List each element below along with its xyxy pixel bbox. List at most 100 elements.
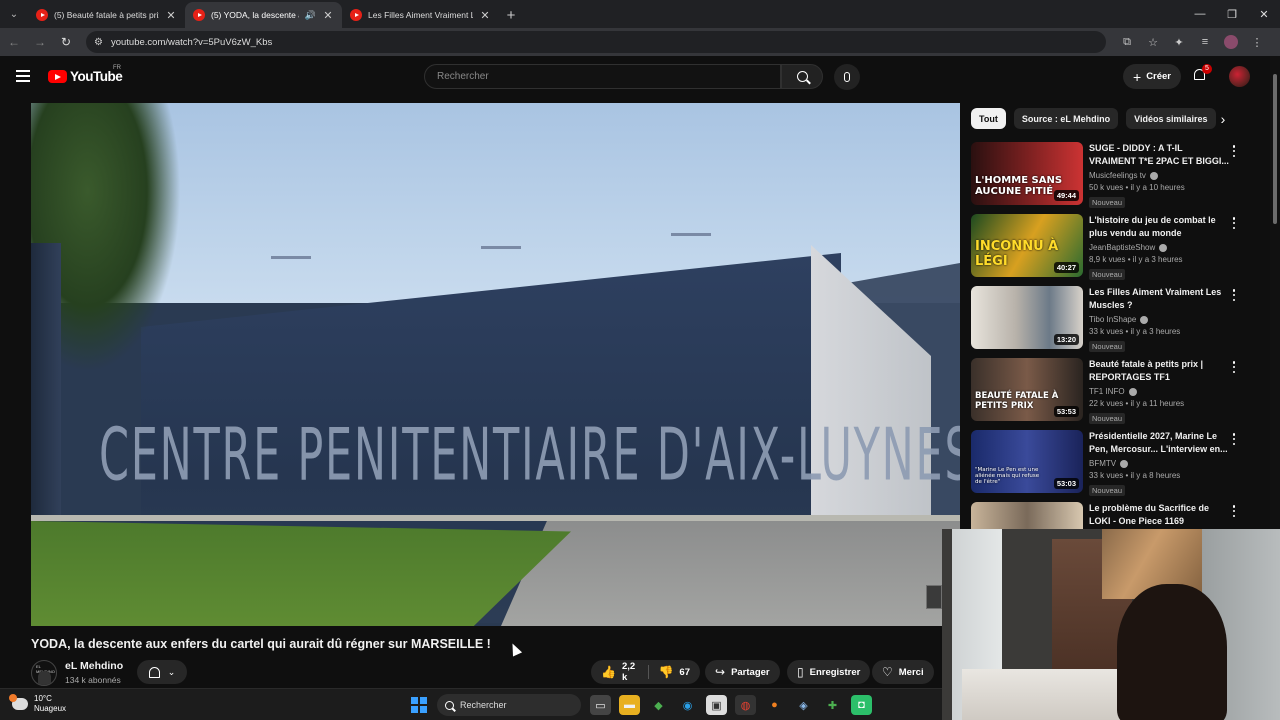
thumbnail-caption: "Marine Le Pen est une aliénée mais qui … — [975, 467, 1040, 485]
close-tab-icon[interactable]: ✕ — [165, 9, 177, 22]
close-window-icon[interactable]: ✕ — [1248, 0, 1280, 28]
url-bar[interactable]: ⚙ youtube.com/watch?v=5PuV6zW_Kbs — [86, 31, 1106, 53]
verified-icon — [1140, 315, 1149, 324]
install-app-icon[interactable]: ⧉ — [1116, 31, 1138, 53]
extensions-icon[interactable]: ✦ — [1168, 31, 1190, 53]
firefox-icon[interactable]: ● — [764, 695, 785, 715]
recommendation-channel: Musicfeelings tv — [1089, 171, 1146, 180]
browser-menu-icon[interactable]: ⋮ — [1246, 31, 1268, 53]
recommendation-channel: TF1 INFO — [1089, 387, 1125, 396]
store-icon[interactable]: ▣ — [706, 695, 727, 715]
duration-badge: 13:20 — [1053, 334, 1079, 345]
recommendation-item[interactable]: 13:20 Les Filles Aiment Vraiment Les Mus… — [971, 286, 1239, 352]
steam-icon[interactable]: ◈ — [793, 695, 814, 715]
microphone-icon — [844, 72, 850, 82]
tab-title: (5) YODA, la descente aux e… — [211, 10, 299, 20]
new-badge: Nouveau — [1089, 485, 1126, 496]
more-options-icon[interactable] — [1229, 504, 1239, 518]
browser-tab-active[interactable]: (5) YODA, la descente aux e… 🔊 ✕ — [185, 2, 342, 28]
video-thumbnail[interactable]: 13:20 — [971, 286, 1083, 349]
new-tab-button[interactable]: + — [499, 2, 523, 28]
video-player[interactable]: CENTRE PENITENTIAIRE D'AIX-LUYNES — [31, 103, 960, 626]
recommendation-item[interactable]: L'HOMME SANS AUCUNE PITIÉ 49:44 SUGE - D… — [971, 142, 1239, 208]
bookmark-star-icon[interactable]: ☆ — [1142, 31, 1164, 53]
window-controls: — ❐ ✕ — [1184, 0, 1280, 28]
dislike-count[interactable]: 67 — [679, 667, 690, 678]
task-view-icon[interactable]: ▭ — [590, 695, 611, 715]
webcam-person — [1117, 584, 1227, 720]
chip-similar[interactable]: Vidéos similaires — [1126, 108, 1216, 129]
chip-all[interactable]: Tout — [971, 108, 1006, 129]
recommendation-meta: 50 k vues • il y a 10 heures — [1089, 183, 1185, 192]
thumbs-up-icon[interactable]: 👍 — [601, 665, 616, 679]
recommendation-channel: JeanBaptisteShow — [1089, 243, 1156, 252]
profile-avatar[interactable] — [1224, 35, 1238, 49]
recommendation-item[interactable]: "Marine Le Pen est une aliénée mais qui … — [971, 430, 1239, 496]
close-tab-icon[interactable]: ✕ — [322, 9, 334, 22]
youtube-play-icon — [48, 70, 67, 83]
app-icon[interactable]: ✚ — [822, 695, 843, 715]
youtube-logo[interactable]: YouTube FR — [48, 65, 123, 84]
file-explorer-icon[interactable]: ▬ — [619, 695, 640, 715]
like-count[interactable]: 2,2 k — [622, 661, 638, 683]
chevron-down-icon: ⌄ — [167, 666, 176, 677]
video-thumbnail[interactable]: INCONNU À LÉGI 40:27 — [971, 214, 1083, 277]
create-button[interactable]: + Créer — [1123, 64, 1182, 89]
browser-tab[interactable]: Les Filles Aiment Vraiment Les M… ✕ — [342, 2, 499, 28]
thanks-button[interactable]: ♡ Merci — [872, 660, 934, 684]
weather-widget[interactable]: 10°C Nuageux — [9, 694, 66, 714]
subscription-button[interactable]: ⌄ — [137, 660, 187, 684]
reading-list-icon[interactable]: ≡ — [1194, 31, 1216, 53]
edge-icon[interactable]: ◉ — [677, 695, 698, 715]
more-options-icon[interactable] — [1229, 432, 1239, 446]
bell-icon — [148, 666, 160, 678]
browser-tab[interactable]: (5) Beauté fatale à petits prix | … ✕ — [28, 2, 185, 28]
forward-icon[interactable]: → — [28, 30, 52, 54]
share-button[interactable]: ↪ Partager — [705, 660, 780, 684]
video-thumbnail[interactable]: L'HOMME SANS AUCUNE PITIÉ 49:44 — [971, 142, 1083, 205]
channel-avatar[interactable]: EL MEHDINO — [31, 660, 57, 686]
gaming-app-icon[interactable]: ◆ — [648, 695, 669, 715]
menu-icon[interactable] — [16, 70, 30, 82]
chevron-right-icon[interactable]: › — [1214, 110, 1232, 128]
chrome-icon[interactable]: ◍ — [735, 695, 756, 715]
taskbar-search[interactable]: Rechercher — [437, 694, 581, 716]
video-thumbnail[interactable]: BEAUTÉ FATALE À PETITS PRIX 53:53 — [971, 358, 1083, 421]
recommendation-item[interactable]: INCONNU À LÉGI 40:27 L'histoire du jeu d… — [971, 214, 1239, 280]
discord-icon[interactable]: ◘ — [851, 695, 872, 715]
account-avatar[interactable] — [1229, 66, 1250, 87]
bookmark-icon: ▯ — [797, 665, 804, 679]
cloud-icon — [9, 694, 28, 710]
reload-icon[interactable]: ↻ — [54, 30, 78, 54]
voice-search-button[interactable] — [834, 64, 860, 90]
video-frame-wall-base — [31, 515, 960, 521]
channel-name[interactable]: eL Mehdino — [65, 660, 123, 672]
recommendation-channel: BFMTV — [1089, 459, 1117, 468]
chip-source[interactable]: Source : eL Mehdino — [1013, 108, 1119, 129]
video-thumbnail[interactable]: "Marine Le Pen est une aliénée mais qui … — [971, 430, 1083, 493]
save-button[interactable]: ▯ Enregistrer — [787, 660, 871, 684]
more-options-icon[interactable] — [1229, 216, 1239, 230]
divider — [647, 665, 649, 679]
back-icon[interactable]: ← — [2, 30, 26, 54]
player-overlay-icon[interactable] — [926, 585, 942, 609]
close-tab-icon[interactable]: ✕ — [479, 9, 491, 22]
thumbs-down-icon[interactable]: 👎 — [658, 665, 673, 679]
windows-start-icon[interactable] — [411, 697, 427, 713]
more-options-icon[interactable] — [1229, 144, 1239, 158]
search-input[interactable]: Rechercher — [424, 64, 781, 89]
notifications-button[interactable]: 5 — [1192, 64, 1212, 84]
maximize-icon[interactable]: ❐ — [1216, 0, 1248, 28]
more-options-icon[interactable] — [1229, 360, 1239, 374]
new-badge: Nouveau — [1089, 341, 1126, 352]
video-title: YODA, la descente aux enfers du cartel q… — [31, 637, 491, 651]
more-options-icon[interactable] — [1229, 288, 1239, 302]
tab-search-button[interactable]: ⌄ — [0, 0, 28, 28]
minimize-icon[interactable]: — — [1184, 0, 1216, 28]
speaker-icon[interactable]: 🔊 — [305, 10, 316, 21]
site-info-icon[interactable]: ⚙ — [94, 37, 103, 48]
search-button[interactable] — [781, 64, 823, 89]
recommendation-item[interactable]: BEAUTÉ FATALE À PETITS PRIX 53:53 Beauté… — [971, 358, 1239, 424]
video-frame-vent — [481, 246, 521, 249]
duration-badge: 53:53 — [1053, 406, 1079, 417]
